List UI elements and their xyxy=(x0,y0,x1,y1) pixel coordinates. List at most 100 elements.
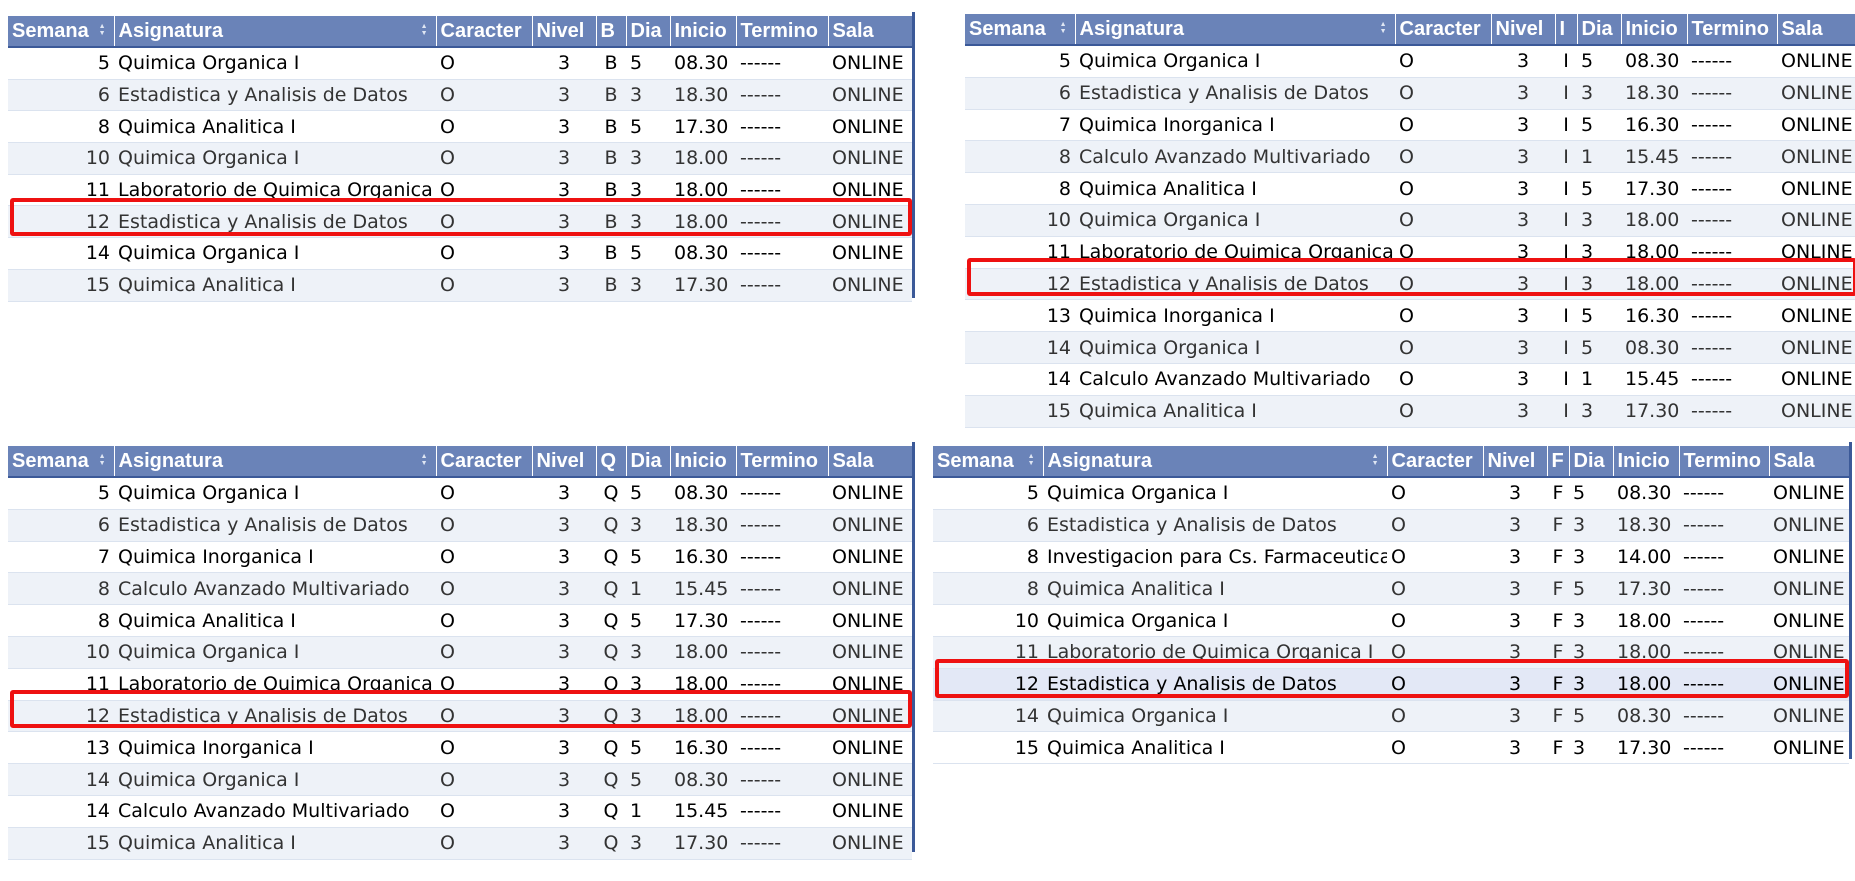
table-row[interactable]: 15 Quimica Analitica I O 3 F 3 17.30 ------ ONLI… xyxy=(933,731,1849,765)
table-row[interactable]: 6 Estadistica y Analisis de Datos O 3 I 3 18.3… xyxy=(965,77,1855,110)
column-header-caracter[interactable]: Caracter xyxy=(1395,14,1492,46)
column-header-caracter[interactable]: Caracter xyxy=(436,446,533,478)
table-row[interactable]: 12 Estadistica y Analisis de Datos O 3 F 3 18.… xyxy=(933,668,1849,701)
column-header-sala[interactable]: Sala xyxy=(1777,14,1855,46)
table-row[interactable]: 6 Estadistica y Analisis de Datos O 3 F 3 18.3… xyxy=(933,509,1849,542)
column-header-nivel[interactable]: Nivel xyxy=(532,16,597,48)
cell-q: Q xyxy=(596,572,626,606)
cell-caracter: O xyxy=(436,142,532,175)
column-header-dia[interactable]: Dia xyxy=(626,446,671,478)
sort-arrows-icon[interactable]: ▲ ▼ xyxy=(1028,453,1035,467)
table-row[interactable]: 8 Quimica Analitica I O 3 F 5 17.30 ------ ONLIN… xyxy=(933,572,1849,606)
table-row[interactable]: 8 Investigacion para Cs. Farmaceuticas O 3 F… xyxy=(933,541,1849,574)
cell-semana: 13 xyxy=(8,731,114,765)
cell-semana: 11 xyxy=(933,636,1043,669)
table-row[interactable]: 8 Calculo Avanzado Multivariado O 3 Q 1 15.45-… xyxy=(8,572,912,606)
sort-arrows-icon[interactable]: ▲ ▼ xyxy=(99,453,106,467)
column-header-sala[interactable]: Sala xyxy=(828,446,912,478)
table-row[interactable]: 11 Laboratorio de Quimica Organica IO3F31… xyxy=(933,636,1849,669)
table-row[interactable]: 5 Quimica Organica I O 3 I 5 08.30 ------ ONLINE xyxy=(965,45,1855,78)
sort-arrows-icon[interactable]: ▲ ▼ xyxy=(421,453,428,467)
column-header-nivel[interactable]: Nivel xyxy=(1491,14,1556,46)
column-header-dia[interactable]: Dia xyxy=(1577,14,1622,46)
column-header-termino[interactable]: Termino xyxy=(1679,446,1770,478)
table-row[interactable]: 11 Laboratorio de Quimica Organica IO3B31… xyxy=(8,174,912,207)
table-row[interactable]: 8 Quimica Analitica I O 3 B 5 17.30 ------ ONLIN… xyxy=(8,110,912,144)
cell-sala: ONLINE xyxy=(828,477,912,510)
grid-right-border xyxy=(912,12,915,298)
column-header-semana[interactable]: Semana ▲ ▼ xyxy=(965,14,1076,46)
table-row[interactable]: 13 Quimica Inorganica I O 3 I 5 16.30 ------ ONL… xyxy=(965,299,1855,333)
table-row[interactable]: 14 Quimica Organica I O 3 Q 5 08.30 ------ ONLIN… xyxy=(8,763,912,796)
table-row[interactable]: 10 Quimica Organica I O 3 Q 3 18.00 ------ ONLIN… xyxy=(8,636,912,669)
table-row[interactable]: 14 Quimica Organica I O 3 F 5 08.30 ------ ONLIN… xyxy=(933,700,1849,733)
table-row[interactable]: 8 Quimica Analitica I O 3 Q 5 17.30 ------ ONLIN… xyxy=(8,604,912,637)
column-header-semana[interactable]: Semana ▲ ▼ xyxy=(8,16,115,48)
table-row[interactable]: 11 Laboratorio de Quimica Organica IO3I31… xyxy=(965,236,1855,269)
sort-arrows-icon[interactable]: ▲ ▼ xyxy=(99,23,106,37)
table-row[interactable]: 15 Quimica Analitica I O 3 B 3 17.30 ------ ONLI… xyxy=(8,269,912,302)
cell-sala: ONLINE xyxy=(1769,636,1849,669)
column-header-asignatura[interactable]: Asignatura ▲ ▼ xyxy=(1043,446,1388,478)
cell-sala: ONLINE xyxy=(828,142,912,175)
table-row[interactable]: 10 Quimica Organica I O 3 B 3 18.00 ------ ONLIN… xyxy=(8,142,912,175)
table-row[interactable]: 5 Quimica Organica I O 3 B 5 08.30 ------ ONLINE xyxy=(8,47,912,80)
table-row[interactable]: 14 Quimica Organica I O 3 B 5 08.30 ------ ONLIN… xyxy=(8,237,912,270)
table-row[interactable]: 15 Quimica Analitica I O 3 Q 3 17.30 ------ ONLI… xyxy=(8,827,912,860)
table-row[interactable]: 15 Quimica Analitica I O 3 I 3 17.30 ------ ONLI… xyxy=(965,395,1855,428)
table-row[interactable]: 11 Laboratorio de Quimica Organica IO3Q31… xyxy=(8,668,912,701)
sort-arrows-icon[interactable]: ▲ ▼ xyxy=(1372,453,1379,467)
cell-asignatura: Investigacion para Cs. Farmaceuticas xyxy=(1043,541,1387,574)
column-header-dia[interactable]: Dia xyxy=(626,16,671,48)
table-row[interactable]: 13 Quimica Inorganica I O 3 Q 5 16.30 ------ ONL… xyxy=(8,731,912,765)
column-header-dia[interactable]: Dia xyxy=(1569,446,1614,478)
column-header-inicio[interactable]: Inicio xyxy=(670,16,737,48)
table-row[interactable]: 14 Calculo Avanzado Multivariado O 3 Q 1 15.45… xyxy=(8,795,912,828)
cell-semana: 12 xyxy=(933,668,1043,701)
column-header-inicio[interactable]: Inicio xyxy=(670,446,737,478)
table-row[interactable]: 14 Quimica Organica I O 3 I 5 08.30 ------ ONLIN… xyxy=(965,331,1855,364)
cell-asignatura: Estadistica y Analisis de Datos xyxy=(1043,668,1387,701)
table-row[interactable]: 12 Estadistica y Analisis de Datos O 3 I 3 18.… xyxy=(965,268,1855,301)
column-header-termino[interactable]: Termino xyxy=(1687,14,1778,46)
column-header-label: Termino xyxy=(740,449,818,472)
column-header-inicio[interactable]: Inicio xyxy=(1613,446,1680,478)
table-row[interactable]: 14 Calculo Avanzado Multivariado O 3 I 1 15.45… xyxy=(965,363,1855,396)
cell-caracter: O xyxy=(1395,172,1491,205)
column-header-termino[interactable]: Termino xyxy=(736,16,829,48)
table-row[interactable]: 8 Calculo Avanzado Multivariado O 3 I 1 15.45-… xyxy=(965,140,1855,174)
column-header-inicio[interactable]: Inicio xyxy=(1621,14,1688,46)
column-header-f[interactable]: F xyxy=(1547,446,1570,478)
column-header-asignatura[interactable]: Asignatura ▲ ▼ xyxy=(114,16,437,48)
column-header-b[interactable]: B xyxy=(596,16,627,48)
column-header-nivel[interactable]: Nivel xyxy=(1483,446,1548,478)
sort-arrows-icon[interactable]: ▲ ▼ xyxy=(1060,21,1067,35)
sort-arrows-icon[interactable]: ▲ ▼ xyxy=(1380,21,1387,35)
column-header-semana[interactable]: Semana ▲ ▼ xyxy=(8,446,115,478)
table-row[interactable]: 10 Quimica Organica I O 3 I 3 18.00 ------ ONLIN… xyxy=(965,204,1855,237)
column-header-caracter[interactable]: Caracter xyxy=(436,16,533,48)
table-row[interactable]: 6 Estadistica y Analisis de Datos O 3 B 3 18.3… xyxy=(8,79,912,112)
table-row[interactable]: 6 Estadistica y Analisis de Datos O 3 Q 3 18.3… xyxy=(8,509,912,542)
column-header-sala[interactable]: Sala xyxy=(828,16,912,48)
column-header-caracter[interactable]: Caracter xyxy=(1387,446,1484,478)
table-row[interactable]: 8 Quimica Analitica I O 3 I 5 17.30 ------ ONLIN… xyxy=(965,172,1855,205)
cell-sala: ONLINE xyxy=(1777,204,1855,237)
table-row[interactable]: 10 Quimica Organica I O 3 F 3 18.00 ------ ONLIN… xyxy=(933,604,1849,637)
column-header-termino[interactable]: Termino xyxy=(736,446,829,478)
column-header-nivel[interactable]: Nivel xyxy=(532,446,597,478)
column-header-semana[interactable]: Semana ▲ ▼ xyxy=(933,446,1044,478)
column-header-asignatura[interactable]: Asignatura ▲ ▼ xyxy=(114,446,437,478)
column-header-asignatura[interactable]: Asignatura ▲ ▼ xyxy=(1075,14,1396,46)
cell-sala: ONLINE xyxy=(828,604,912,637)
table-row[interactable]: 12 Estadistica y Analisis de Datos O 3 Q 3 18.… xyxy=(8,700,912,733)
column-header-sala[interactable]: Sala xyxy=(1769,446,1849,478)
table-row[interactable]: 7 Quimica Inorganica I O 3 Q 5 16.30 ------ ONLI… xyxy=(8,541,912,574)
table-row[interactable]: 7 Quimica Inorganica I O 3 I 5 16.30 ------ ONLI… xyxy=(965,109,1855,142)
column-header-q[interactable]: Q xyxy=(596,446,627,478)
column-header-i[interactable]: I xyxy=(1555,14,1578,46)
table-row[interactable]: 5 Quimica Organica I O 3 Q 5 08.30 ------ ONLINE xyxy=(8,477,912,510)
sort-arrows-icon[interactable]: ▲ ▼ xyxy=(421,23,428,37)
table-row[interactable]: 5 Quimica Organica I O 3 F 5 08.30 ------ ONLINE xyxy=(933,477,1849,510)
table-row[interactable]: 12 Estadistica y Analisis de Datos O 3 B 3 18.… xyxy=(8,205,912,239)
